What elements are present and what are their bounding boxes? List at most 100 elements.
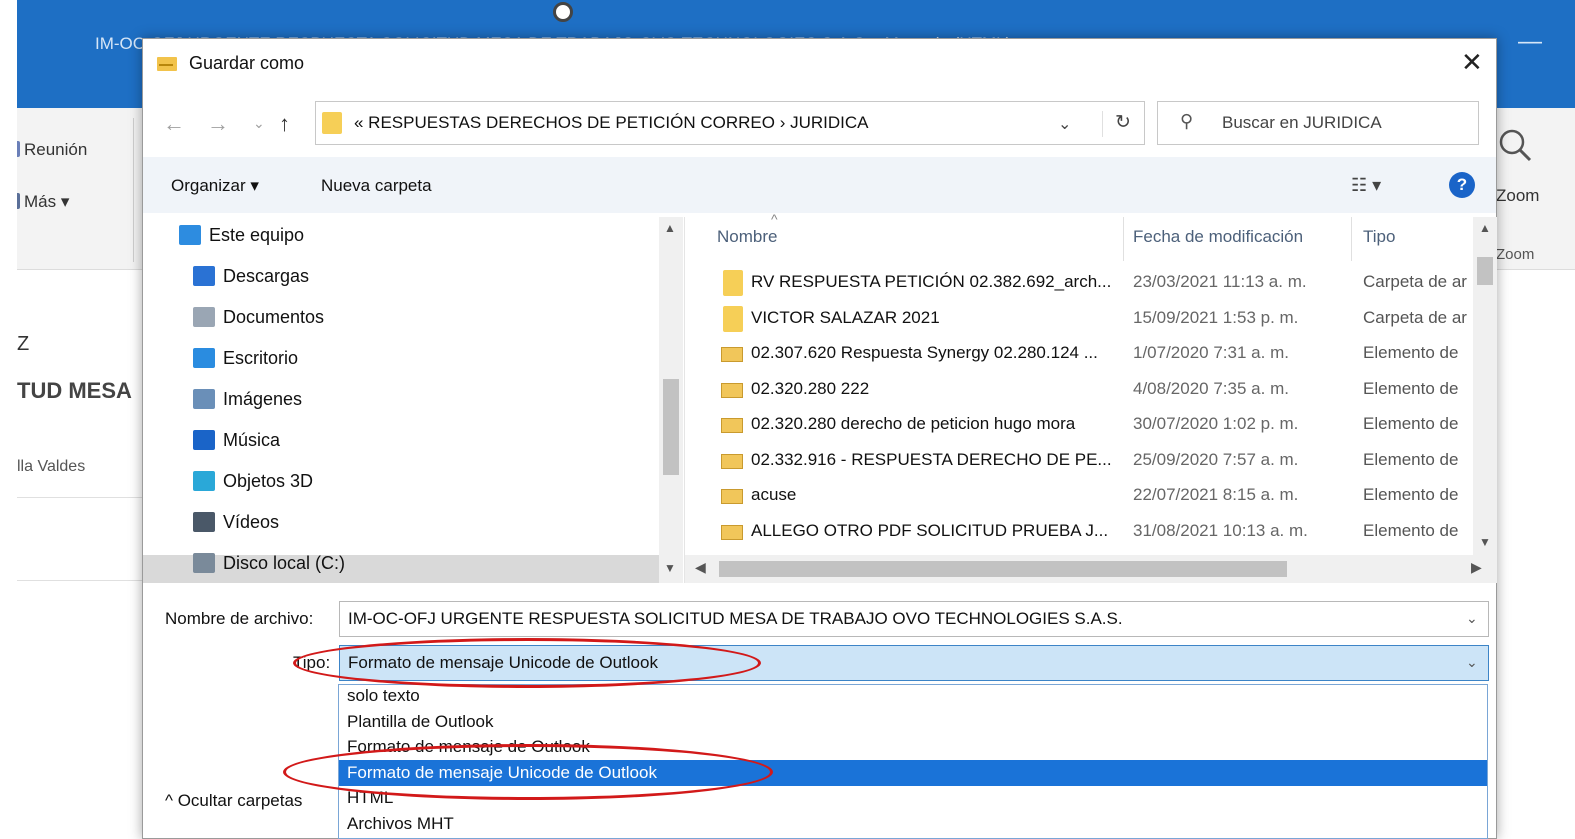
filename-label: Nombre de archivo:	[165, 609, 314, 628]
file-type: Elemento de	[1363, 520, 1459, 540]
recent-dropdown-icon[interactable]: ⌄	[253, 115, 265, 132]
file-date: 31/08/2021 10:13 a. m.	[1133, 520, 1308, 540]
file-list: ^ Nombre Fecha de modificación Tipo RV R…	[703, 211, 1498, 557]
objects-3d-icon	[193, 471, 215, 491]
back-arrow-icon[interactable]: ←	[163, 111, 185, 137]
type-value[interactable]: Formato de mensaje Unicode de Outlook	[348, 653, 658, 673]
tree-item[interactable]: Este equipo	[179, 225, 304, 261]
zoom-group-label: Zoom	[1496, 246, 1535, 263]
message-sender-fragment: lla Valdes	[17, 458, 86, 475]
column-header-name[interactable]: Nombre	[717, 227, 777, 247]
file-row[interactable]: 02.332.916 - RESPUESTA DERECHO DE PE... 2…	[703, 443, 1483, 478]
file-date: 25/09/2020 7:57 a. m.	[1133, 449, 1299, 469]
file-row[interactable]: 02.320.280 222 4/08/2020 7:35 a. m. Elemen…	[703, 372, 1483, 407]
zoom-button-label[interactable]: Zoom	[1496, 186, 1539, 206]
tree-item-label: Vídeos	[223, 512, 280, 532]
organize-button[interactable]: Organizar ▾	[171, 176, 259, 196]
type-option[interactable]: Plantilla de Outlook	[339, 709, 1487, 735]
filename-field[interactable]: IM-OC-OFJ URGENTE RESPUESTA SOLICITUD ME…	[339, 601, 1489, 637]
meeting-label: Reunión	[24, 140, 88, 159]
new-folder-button[interactable]: Nueva carpeta	[321, 176, 432, 196]
column-header-date[interactable]: Fecha de modificación	[1133, 227, 1303, 247]
scroll-down-icon[interactable]: ▼	[1479, 535, 1491, 549]
address-bar[interactable]: « RESPUESTAS DERECHOS DE PETICIÓN CORREO…	[315, 101, 1145, 145]
scroll-thumb[interactable]	[719, 561, 1287, 577]
scroll-thumb[interactable]	[1477, 257, 1493, 285]
column-header-type[interactable]: Tipo	[1363, 227, 1395, 247]
type-option[interactable]: Archivos MHT	[339, 811, 1487, 837]
search-box[interactable]: ⚲ Buscar en JURIDICA	[1157, 101, 1479, 145]
file-name: RV RESPUESTA PETICIÓN 02.382.692_arch...	[751, 272, 1112, 291]
view-options-icon[interactable]: ☷ ▾	[1351, 175, 1381, 196]
file-row[interactable]: ALLEGO OTRO PDF SOLICITUD PRUEBA J... 31/…	[703, 514, 1483, 549]
type-select[interactable]: Formato de mensaje Unicode de Outlook ⌄	[339, 645, 1489, 681]
tree-item-label: Disco local (C:)	[223, 553, 346, 573]
tree-item[interactable]: Imágenes	[193, 389, 302, 425]
type-option[interactable]: HTML	[339, 785, 1487, 811]
mail-icon	[721, 524, 743, 540]
folder-icon	[723, 305, 743, 332]
type-dropdown-list: solo texto Plantilla de Outlook Formato de…	[338, 684, 1488, 839]
column-divider[interactable]	[1123, 217, 1124, 261]
file-list-scrollbar[interactable]: ▲ ▼	[1473, 217, 1497, 557]
navigation-bar: ← → ⌄ ↑ « RESPUESTAS DERECHOS DE PETICIÓ…	[143, 91, 1496, 149]
file-date: 4/08/2020 7:35 a. m.	[1133, 378, 1289, 398]
scroll-down-icon[interactable]: ▼	[664, 561, 676, 575]
tree-item[interactable]: Disco local (C:)	[193, 553, 345, 589]
desktop-icon	[193, 348, 215, 368]
mail-icon	[721, 489, 743, 504]
tree-item[interactable]: Música	[193, 430, 280, 466]
file-type: Carpeta de ar	[1363, 272, 1467, 291]
zoom-icon[interactable]	[1498, 128, 1532, 162]
more-label: Más ▾	[24, 192, 70, 211]
mail-icon	[157, 57, 177, 71]
dialog-title: Guardar como	[189, 53, 305, 73]
file-row[interactable]: 02.307.620 Respuesta Synergy 02.280.124 …	[703, 336, 1483, 371]
chevron-down-icon[interactable]: ⌄	[1058, 114, 1071, 134]
filename-value[interactable]: IM-OC-OFJ URGENTE RESPUESTA SOLICITUD ME…	[348, 609, 1123, 629]
horizontal-scrollbar[interactable]: ◀ ▶	[685, 555, 1497, 583]
up-arrow-icon[interactable]: ↑	[279, 111, 290, 137]
scroll-thumb[interactable]	[663, 379, 679, 475]
close-button[interactable]: ✕	[1461, 47, 1483, 78]
file-row[interactable]: 02.320.280 derecho de peticion hugo mora…	[703, 407, 1483, 442]
minimize-button[interactable]: —	[1518, 28, 1542, 56]
file-row[interactable]: RV RESPUESTA PETICIÓN 02.382.692_arch...…	[703, 265, 1483, 300]
type-option[interactable]: Formato de mensaje Unicode de Outlook	[339, 759, 1487, 786]
scroll-left-icon[interactable]: ◀	[695, 559, 706, 576]
scroll-up-icon[interactable]: ▲	[664, 221, 676, 235]
tree-item[interactable]: Escritorio	[193, 348, 298, 384]
file-row[interactable]: VICTOR SALAZAR 2021 15/09/2021 1:53 p. m.…	[703, 301, 1483, 336]
type-option[interactable]: Formato de mensaje de Outlook	[339, 734, 1487, 760]
file-date: 23/03/2021 11:13 a. m.	[1133, 272, 1307, 291]
chevron-down-icon[interactable]: ⌄	[1466, 610, 1478, 627]
pictures-icon	[193, 389, 215, 409]
address-path[interactable]: « RESPUESTAS DERECHOS DE PETICIÓN CORREO…	[354, 113, 868, 133]
refresh-icon[interactable]: ↻	[1102, 111, 1131, 137]
scroll-up-icon[interactable]: ▲	[1479, 221, 1491, 235]
navigation-scrollbar[interactable]: ▲ ▼	[659, 217, 683, 583]
search-input[interactable]: Buscar en JURIDICA	[1222, 113, 1382, 133]
help-icon[interactable]: ?	[1449, 172, 1475, 198]
scroll-right-icon[interactable]: ▶	[1471, 559, 1482, 576]
chevron-down-icon[interactable]: ⌄	[1466, 654, 1478, 671]
tree-item-label: Escritorio	[223, 348, 299, 368]
hide-folders-button[interactable]: ^ Ocultar carpetas	[165, 791, 302, 811]
mail-icon	[721, 347, 743, 362]
window-grip-handle[interactable]	[553, 2, 573, 22]
sort-caret-icon: ^	[771, 211, 778, 227]
message-text-fragment: Z	[17, 333, 30, 355]
file-name: ALLEGO OTRO PDF SOLICITUD PRUEBA J...	[751, 520, 1109, 540]
type-option[interactable]: solo texto	[339, 683, 1487, 709]
type-label: Tipo:	[293, 653, 331, 672]
file-row[interactable]: acuse 22/07/2021 8:15 a. m. Elemento de	[703, 478, 1483, 513]
forward-arrow-icon[interactable]: →	[207, 111, 229, 137]
tree-item[interactable]: Descargas	[193, 266, 309, 302]
tree-item[interactable]: Vídeos	[193, 512, 279, 548]
tree-item[interactable]: Objetos 3D	[193, 471, 313, 507]
download-icon	[193, 266, 215, 286]
tree-item[interactable]: Documentos	[193, 307, 324, 343]
mail-icon	[721, 453, 743, 469]
column-divider[interactable]	[1351, 217, 1352, 261]
file-type: Elemento de	[1363, 414, 1459, 433]
